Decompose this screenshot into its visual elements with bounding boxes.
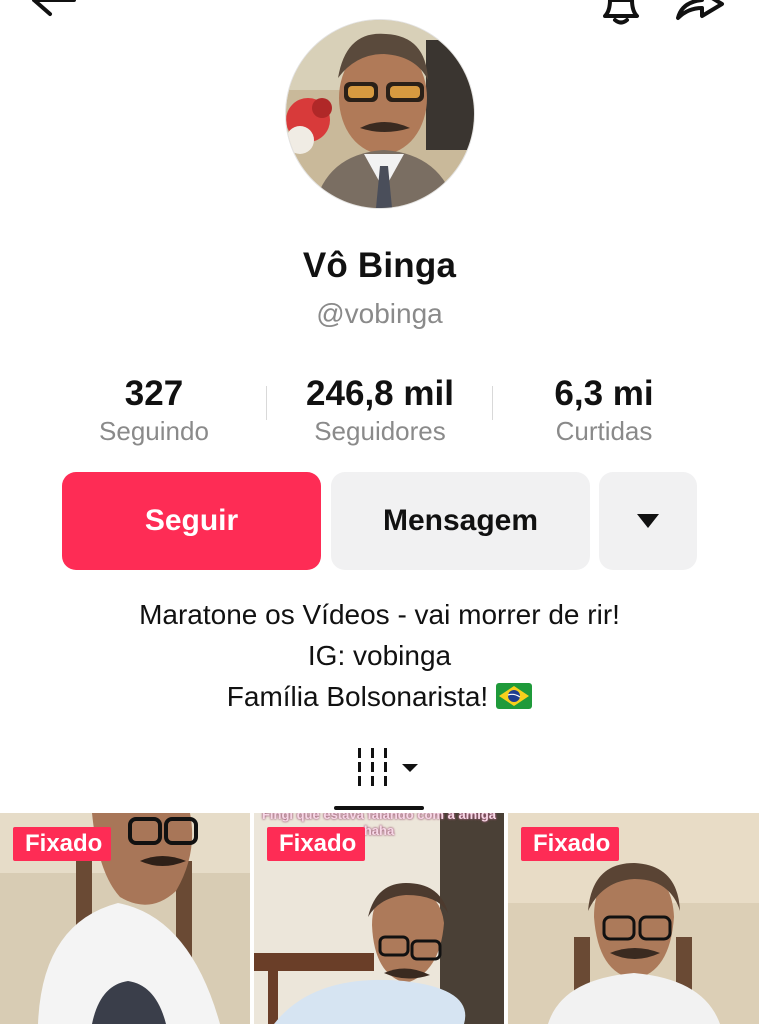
stat-likes[interactable]: 6,3 mi Curtidas	[494, 372, 714, 446]
brazil-flag-icon	[496, 683, 533, 709]
stat-following-label: Seguindo	[99, 416, 209, 446]
stat-followers[interactable]: 246,8 mil Seguidores	[270, 372, 490, 446]
bio-line-3: Família Bolsonarista!	[226, 681, 489, 712]
share-icon[interactable]	[672, 0, 728, 26]
message-button[interactable]: Mensagem	[331, 472, 590, 570]
stat-followers-value: 246,8 mil	[306, 374, 454, 413]
video-thumbnail[interactable]: Fixado	[0, 813, 250, 1024]
bell-icon[interactable]	[596, 0, 646, 26]
videos-grid-tab-icon[interactable]	[356, 748, 422, 788]
more-options-button[interactable]	[599, 472, 697, 570]
bio-line-2: IG: vobinga	[307, 640, 452, 671]
display-name: Vô Binga	[302, 246, 457, 285]
triangle-down-icon	[637, 514, 659, 528]
stat-likes-label: Curtidas	[555, 416, 653, 446]
stat-divider	[492, 386, 493, 420]
profile-avatar[interactable]	[286, 20, 474, 208]
pinned-badge: Fixado	[267, 827, 366, 861]
username: @vobinga	[316, 298, 443, 329]
active-tab-indicator	[334, 806, 424, 810]
stat-divider	[266, 386, 267, 420]
pinned-badge: Fixado	[13, 827, 112, 861]
stat-following-value: 327	[124, 374, 184, 413]
video-thumbnail[interactable]: Fingi que estava falando com a amiga hah…	[254, 813, 504, 1024]
stat-likes-value: 6,3 mi	[554, 374, 654, 413]
stat-followers-label: Seguidores	[314, 416, 446, 446]
stat-following[interactable]: 327 Seguindo	[44, 372, 264, 446]
back-arrow-icon[interactable]	[28, 0, 80, 26]
follow-button[interactable]: Seguir	[62, 472, 321, 570]
bio-line-1: Maratone os Vídeos - vai morrer de rir!	[139, 599, 620, 630]
bio-line-3-row: Família Bolsonarista!	[0, 676, 759, 717]
profile-bio: Maratone os Vídeos - vai morrer de rir! …	[0, 594, 759, 717]
video-thumbnail[interactable]: Fixado	[508, 813, 759, 1024]
pinned-badge: Fixado	[521, 827, 620, 861]
